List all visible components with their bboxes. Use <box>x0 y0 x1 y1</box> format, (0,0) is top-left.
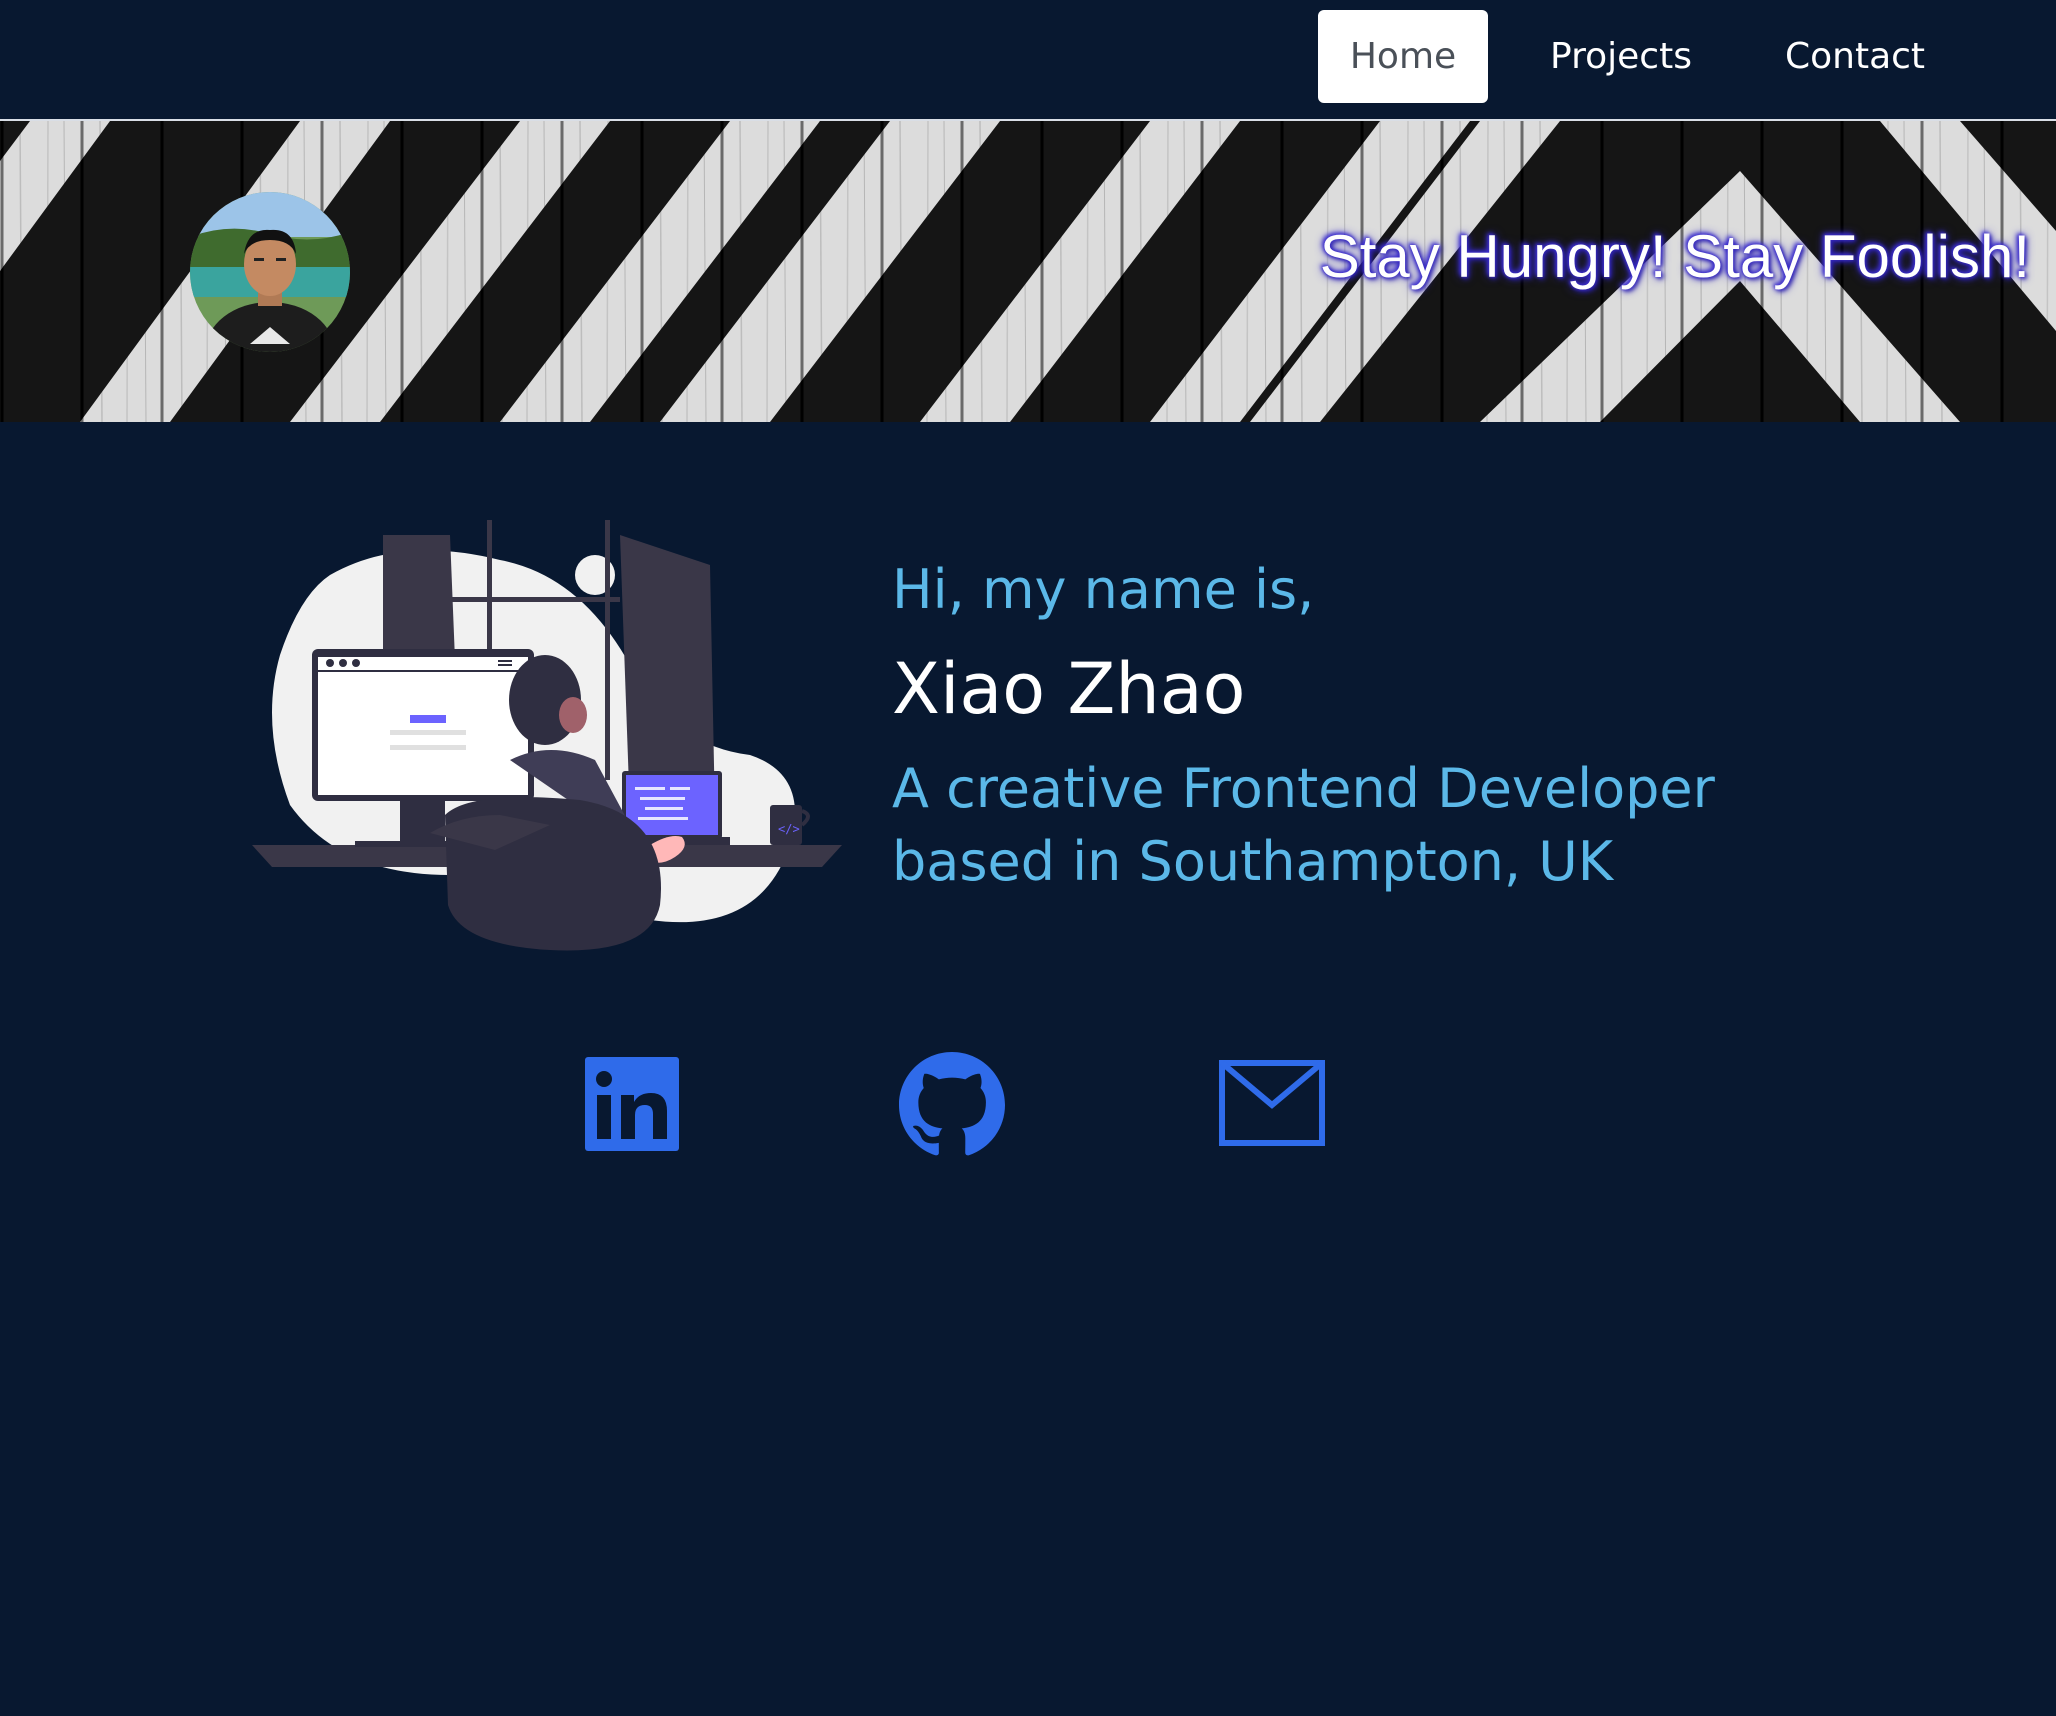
name-heading: Xiao Zhao <box>892 648 1246 730</box>
svg-text:</>: </> <box>778 822 800 836</box>
nav-projects[interactable]: Projects <box>1530 10 1712 103</box>
hero-banner: Stay Hungry! Stay Foolish! <box>0 121 2056 422</box>
nav-home[interactable]: Home <box>1318 10 1488 103</box>
profile-photo-icon <box>190 192 350 352</box>
tagline-text: A creative Frontend Developer based in S… <box>892 757 1715 893</box>
linkedin-icon[interactable] <box>585 1057 679 1151</box>
github-icon[interactable] <box>899 1052 1005 1158</box>
avatar <box>190 192 350 352</box>
mail-icon[interactable] <box>1219 1060 1325 1146</box>
slogan-text: Stay Hungry! Stay Foolish! <box>1319 223 2030 290</box>
nav-contact[interactable]: Contact <box>1762 10 1948 103</box>
developer-illustration: </> <box>252 520 842 951</box>
greeting-text: Hi, my name is, <box>892 558 1315 621</box>
top-navbar: Home Projects Contact <box>0 0 2056 121</box>
